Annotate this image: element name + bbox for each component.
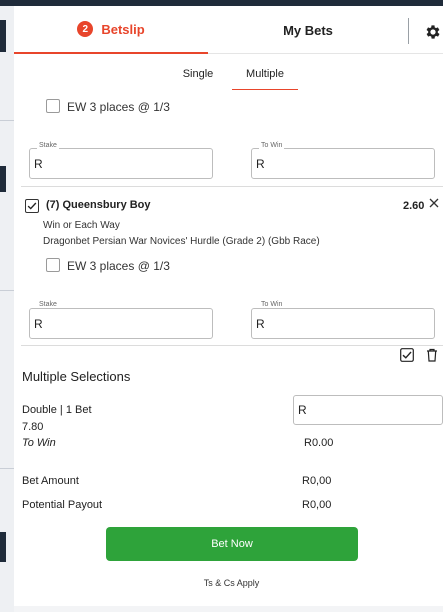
selection-bet-type: Win or Each Way (43, 220, 120, 231)
terms-link[interactable]: Ts & Cs Apply (14, 578, 443, 588)
trash-icon[interactable] (425, 348, 439, 362)
selection-title: (7) Queensbury Boy (46, 199, 151, 211)
tab-divider (408, 18, 409, 44)
background-nav-block (0, 532, 6, 562)
select-all-check-icon[interactable] (400, 348, 414, 362)
ew-label-2: EW 3 places @ 1/3 (67, 259, 170, 273)
tab-my-bets[interactable]: My Bets (208, 6, 408, 54)
stake-input-1[interactable]: R (29, 148, 213, 179)
tab-betslip-label: Betslip (101, 21, 145, 37)
subtab-multiple[interactable]: Multiple (232, 68, 298, 90)
bet-amount-value: R0,00 (302, 475, 332, 487)
tab-betslip[interactable]: 2 Betslip (14, 6, 208, 54)
selection-event-name: Dragonbet Persian War Novices' Hurdle (G… (43, 236, 320, 247)
bet-now-button[interactable]: Bet Now (106, 527, 358, 561)
potential-payout-label: Potential Payout (22, 499, 103, 511)
background-nav-block (0, 166, 6, 192)
stake-input-2[interactable]: R (29, 308, 213, 339)
background-divider (0, 290, 14, 291)
background-nav-block (0, 20, 6, 52)
betslip-count-badge: 2 (77, 21, 94, 37)
background-divider (0, 468, 14, 469)
multiple-selections-title: Multiple Selections (22, 369, 131, 384)
double-to-win-value: R0.00 (304, 437, 334, 449)
double-to-win-label: To Win (22, 437, 56, 449)
close-icon[interactable] (429, 198, 439, 208)
to-win-field-2: R (251, 308, 435, 339)
betslip-panel: 2 Betslip My Bets Single Multiple EW 3 p… (14, 6, 443, 606)
double-odds: 7.80 (22, 421, 44, 433)
ew-checkbox-1[interactable] (46, 99, 60, 113)
to-win-label-1: To Win (259, 142, 285, 149)
multiples-divider (21, 345, 443, 346)
stake-label-2: Stake (37, 301, 59, 308)
potential-payout-value: R0,00 (302, 499, 332, 511)
to-win-field-1: R (251, 148, 435, 179)
ew-label-1: EW 3 places @ 1/3 (67, 100, 170, 114)
selection-checkbox-checked[interactable] (25, 199, 39, 213)
double-bet-label: Double | 1 Bet (22, 404, 92, 416)
subtab-single[interactable]: Single (174, 68, 222, 90)
tab-my-bets-label: My Bets (283, 22, 333, 38)
selection-divider (21, 186, 443, 187)
to-win-label-2: To Win (259, 301, 285, 308)
background-divider (0, 120, 14, 121)
settings-gear-icon[interactable] (424, 23, 442, 41)
betslip-tabs: 2 Betslip My Bets (14, 6, 443, 54)
ew-checkbox-2[interactable] (46, 258, 60, 272)
stake-label-1: Stake (37, 142, 59, 149)
double-stake-input[interactable]: R (293, 395, 443, 425)
selection-odds: 2.60 (403, 200, 425, 212)
bet-amount-label: Bet Amount (22, 475, 79, 487)
background-page (0, 0, 14, 612)
